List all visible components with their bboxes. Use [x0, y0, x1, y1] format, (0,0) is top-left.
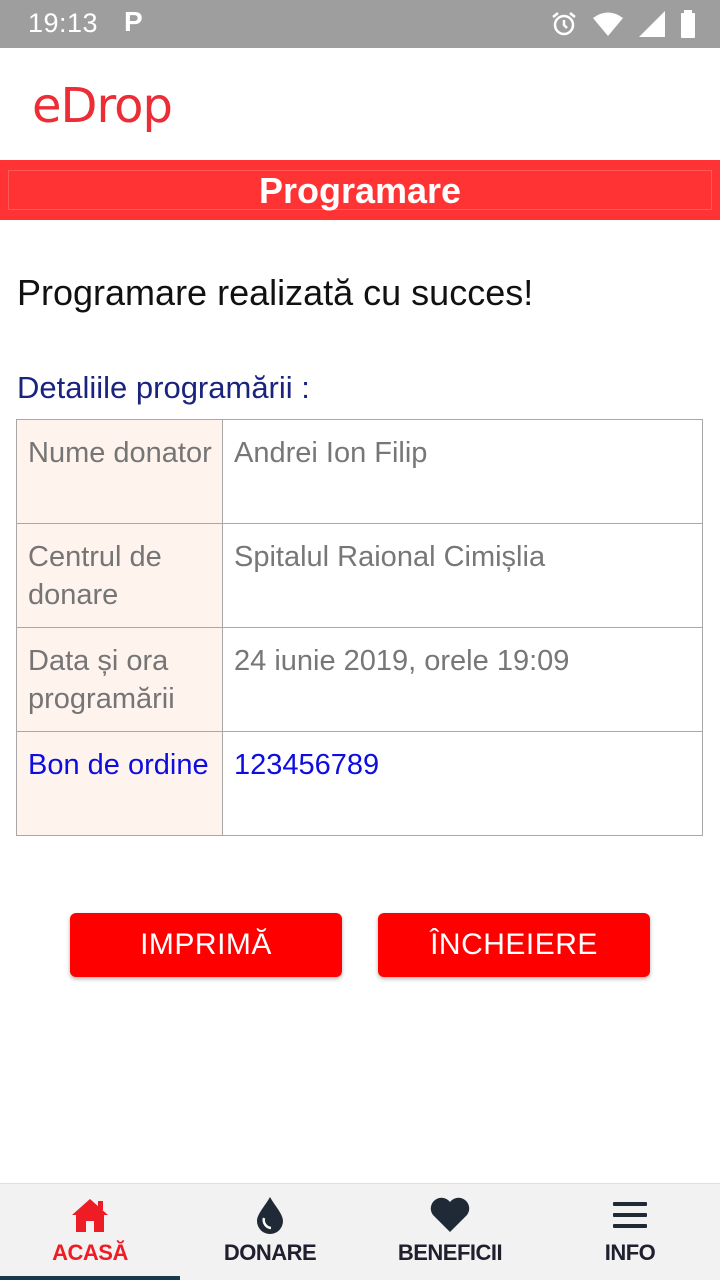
heart-icon: [360, 1194, 540, 1236]
page-title: Programare: [258, 170, 462, 211]
app-header: eDrop: [0, 48, 720, 160]
nav-item-donate[interactable]: DONARE: [180, 1184, 360, 1280]
details-heading: Detaliile programării :: [17, 370, 310, 405]
row-label-datetime: Data și ora programării: [16, 627, 223, 732]
table-row: Nume donator Andrei Ion Filip: [16, 419, 703, 524]
status-bar: 19:13 P: [0, 0, 720, 48]
nav-label-donate: DONARE: [223, 1240, 317, 1265]
finish-button[interactable]: ÎNCHEIERE: [378, 913, 650, 977]
signal-icon: [639, 11, 665, 37]
wifi-icon: [593, 12, 623, 36]
nav-label-benefits: BENEFICII: [397, 1240, 503, 1265]
nav-label-info: INFO: [604, 1240, 656, 1265]
status-icons: [550, 10, 696, 38]
nav-item-info[interactable]: INFO: [540, 1184, 720, 1280]
success-message: Programare realizată cu succes!: [17, 272, 534, 313]
row-value-center: Spitalul Raional Cimișlia: [222, 523, 703, 628]
drop-icon: [180, 1194, 360, 1236]
table-row: Bon de ordine 123456789: [16, 731, 703, 836]
row-label-donor-name: Nume donator: [16, 419, 223, 524]
row-value-ticket: 123456789: [222, 731, 703, 836]
print-button[interactable]: IMPRIMĂ: [70, 913, 342, 977]
row-value-datetime: 24 iunie 2019, orele 19:09: [222, 627, 703, 732]
row-value-donor-name: Andrei Ion Filip: [222, 419, 703, 524]
active-tab-indicator: [0, 1276, 180, 1280]
title-bar: Programare: [0, 160, 720, 220]
nav-label-home: ACASĂ: [52, 1240, 128, 1265]
nav-item-benefits[interactable]: BENEFICII: [360, 1184, 540, 1280]
row-label-center: Centrul de donare: [16, 523, 223, 628]
edrop-logo[interactable]: eDrop: [32, 78, 173, 134]
status-time: 19:13: [28, 8, 99, 38]
home-icon: [0, 1194, 180, 1236]
nav-item-home[interactable]: ACASĂ: [0, 1184, 180, 1280]
battery-icon: [681, 10, 695, 38]
menu-icon: [540, 1194, 720, 1236]
table-row: Centrul de donare Spitalul Raional Cimiș…: [16, 523, 703, 628]
table-row: Data și ora programării 24 iunie 2019, o…: [16, 627, 703, 732]
notification-icon: P: [124, 6, 143, 37]
details-table: Nume donator Andrei Ion Filip Centrul de…: [16, 419, 703, 836]
row-label-ticket: Bon de ordine: [16, 731, 223, 836]
bottom-nav: ACASĂ DONARE BENEFICII INFO: [0, 1183, 720, 1280]
alarm-icon: [552, 12, 576, 36]
